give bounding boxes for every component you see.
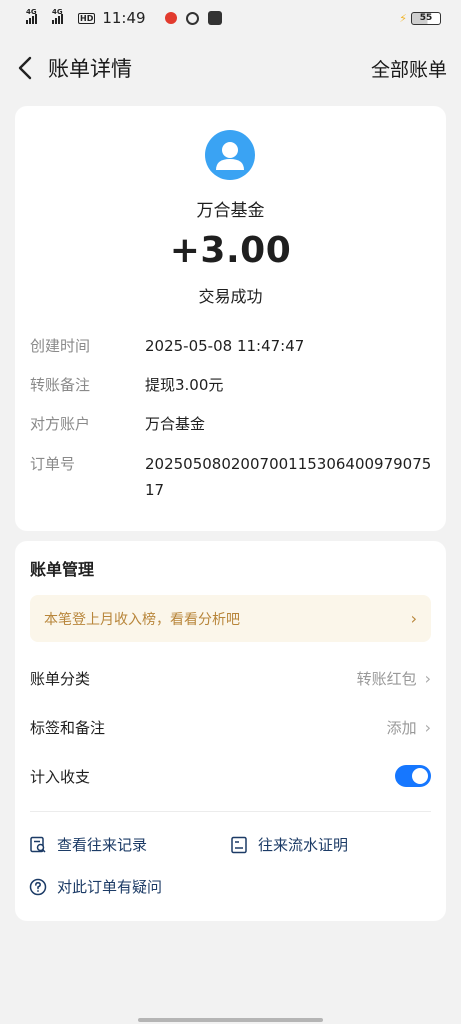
amount: +3.00 bbox=[169, 230, 292, 271]
bill-management-card: 账单管理 本笔登上月收入榜，看看分析吧 › 账单分类 转账红包 › 标签和备注 … bbox=[15, 541, 446, 921]
row-label: 计入收支 bbox=[30, 767, 91, 786]
tip-text: 本笔登上月收入榜，看看分析吧 bbox=[44, 611, 240, 628]
hd-icon: HD bbox=[78, 12, 96, 24]
tags-value: 添加 bbox=[386, 718, 417, 737]
detail-label: 创建时间 bbox=[30, 337, 91, 355]
toggle-knob bbox=[412, 768, 428, 784]
order-question-link[interactable]: 对此订单有疑问 bbox=[29, 876, 162, 897]
signal-icon: 4G bbox=[52, 8, 63, 24]
link-label: 往来流水证明 bbox=[258, 836, 349, 854]
charging-bolt-icon: ⚡ bbox=[399, 11, 407, 25]
chevron-left-icon bbox=[18, 56, 32, 80]
category-value: 转账红包 bbox=[356, 669, 417, 688]
include-in-stats-row: 计入收支 bbox=[30, 761, 431, 791]
signal-icon: 4G bbox=[26, 8, 37, 24]
tags-remarks-row[interactable]: 标签和备注 添加 › bbox=[30, 712, 431, 742]
section-title: 账单管理 bbox=[30, 560, 95, 579]
link-label: 对此订单有疑问 bbox=[57, 878, 163, 896]
row-value: 添加 › bbox=[387, 717, 431, 738]
row-value: 转账红包 › bbox=[357, 668, 431, 689]
detail-value: 2025-05-08 11:47:47 bbox=[145, 337, 305, 355]
row-label: 标签和备注 bbox=[30, 718, 106, 737]
detail-row-counterparty: 对方账户 万合基金 bbox=[30, 411, 440, 437]
document-icon bbox=[231, 836, 247, 853]
income-rank-tip[interactable]: 本笔登上月收入榜，看看分析吧 › bbox=[30, 595, 431, 642]
nav-bar: 账单详情 全部账单 bbox=[0, 44, 461, 92]
avatar bbox=[205, 130, 255, 180]
record-search-icon bbox=[30, 836, 46, 853]
question-circle-icon bbox=[29, 878, 47, 895]
detail-row-remark: 转账备注 提现3.00元 bbox=[30, 372, 440, 398]
status-time: 11:49 bbox=[102, 9, 146, 27]
home-indicator[interactable] bbox=[138, 1018, 323, 1022]
link-label: 查看往来记录 bbox=[57, 836, 148, 854]
detail-row-order-number: 订单号 20250508020070011530640097907517 bbox=[30, 451, 440, 503]
payee-name: 万合基金 bbox=[196, 201, 265, 221]
chevron-right-icon: › bbox=[424, 717, 431, 737]
detail-label: 订单号 bbox=[30, 455, 76, 473]
divider bbox=[30, 811, 431, 812]
bill-category-row[interactable]: 账单分类 转账红包 › bbox=[30, 663, 431, 693]
user-icon bbox=[216, 142, 244, 170]
detail-label: 转账备注 bbox=[30, 376, 91, 394]
row-label: 账单分类 bbox=[30, 669, 91, 688]
flow-proof-link[interactable]: 往来流水证明 bbox=[230, 834, 348, 855]
network-type-2: 4G bbox=[52, 8, 63, 16]
status-right: ⚡ 55 bbox=[399, 11, 441, 25]
detail-value: 万合基金 bbox=[145, 415, 206, 433]
back-button[interactable] bbox=[14, 54, 36, 82]
transaction-status: 交易成功 bbox=[198, 287, 263, 306]
view-records-link[interactable]: 查看往来记录 bbox=[29, 834, 147, 855]
detail-label: 对方账户 bbox=[30, 415, 91, 433]
app-red-icon bbox=[164, 12, 177, 24]
network-type-1: 4G bbox=[26, 8, 37, 16]
detail-row-created: 创建时间 2025-05-08 11:47:47 bbox=[30, 333, 440, 359]
app-link-icon bbox=[185, 11, 199, 25]
status-bar: 4G 4G HD 11:49 ⚡ 55 bbox=[0, 0, 461, 36]
taobao-icon bbox=[207, 11, 222, 25]
chevron-right-icon: › bbox=[424, 668, 431, 688]
status-left: 4G 4G HD 11:49 bbox=[26, 8, 222, 27]
bill-summary-card: 万合基金 +3.00 交易成功 创建时间 2025-05-08 11:47:47… bbox=[15, 106, 446, 531]
page-title: 账单详情 bbox=[48, 57, 132, 81]
all-bills-link[interactable]: 全部账单 bbox=[371, 55, 447, 82]
battery-icon: 55 bbox=[411, 11, 441, 25]
include-toggle[interactable] bbox=[395, 765, 431, 787]
chevron-right-icon: › bbox=[410, 609, 417, 628]
order-number[interactable]: 20250508020070011530640097907517 bbox=[145, 451, 435, 503]
detail-value: 提现3.00元 bbox=[145, 376, 224, 394]
